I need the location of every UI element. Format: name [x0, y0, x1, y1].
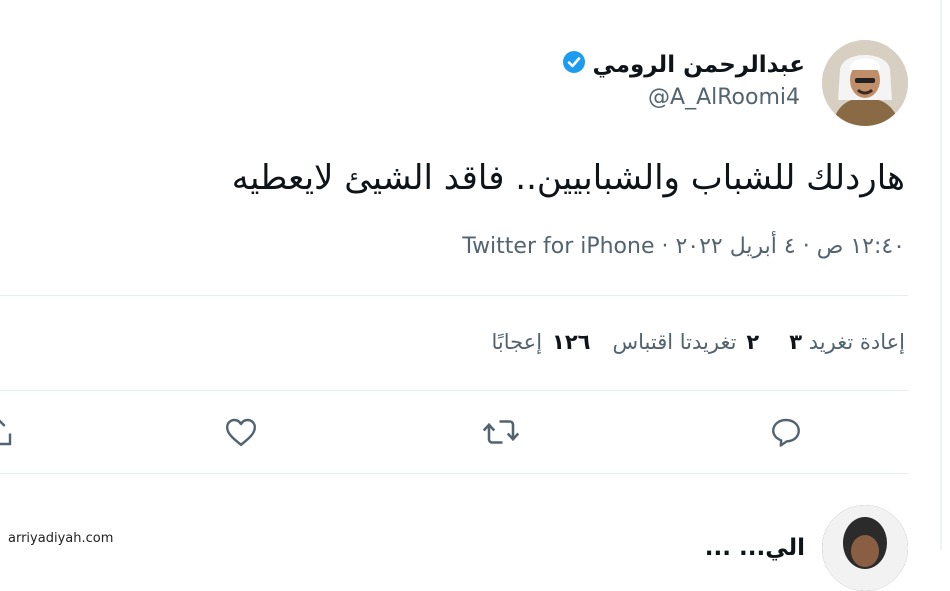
retweet-icon	[482, 420, 520, 444]
likes-label: إعجابًا	[491, 330, 543, 354]
retweet-button[interactable]	[479, 410, 523, 454]
verified-badge-icon	[562, 50, 586, 80]
divider-top	[0, 295, 908, 296]
retweets-count: ٣	[789, 330, 803, 354]
reply-avatar-image	[822, 505, 908, 591]
divider-middle	[0, 390, 908, 391]
tweet-text: هاردلك للشباب والشبابيين.. فاقد الشيئ لا…	[231, 158, 905, 198]
retweets-label: إعادة تغريد	[808, 330, 905, 354]
retweets-stat[interactable]: إعادة تغريد ٣	[781, 330, 905, 354]
like-button[interactable]	[219, 410, 263, 454]
divider-bottom	[0, 473, 908, 474]
quotes-count: ٢	[746, 330, 760, 354]
reply-author-name[interactable]: الي... ...	[705, 535, 805, 561]
tweet-timestamp[interactable]: ١٢:٤٠ ص · ٤ أبريل ٢٠٢٢ ·	[655, 234, 905, 259]
author-avatar[interactable]	[822, 40, 908, 126]
likes-stat[interactable]: ١٢٦ إعجابًا	[491, 330, 590, 354]
likes-count: ١٢٦	[552, 330, 591, 354]
author-name-row[interactable]: عبدالرحمن الرومي	[562, 50, 805, 80]
reply-avatar[interactable]	[822, 505, 908, 591]
page-right-border	[940, 0, 942, 550]
tweet-source[interactable]: Twitter for iPhone	[462, 234, 654, 259]
tweet-stats: إعادة تغريد ٣ ٢ تغريدتا اقتباس ١٢٦ إعجابًا	[491, 330, 905, 354]
like-icon	[226, 418, 256, 446]
watermark: arriyadiyah.com	[8, 531, 114, 546]
reply-button[interactable]	[764, 410, 808, 454]
tweet-actions	[0, 408, 908, 458]
share-button[interactable]	[0, 410, 20, 454]
quotes-label: تغريدتا اقتباس	[612, 330, 737, 354]
quotes-stat[interactable]: ٢ تغريدتا اقتباس	[612, 330, 759, 354]
share-icon	[0, 419, 12, 446]
author-handle[interactable]: @A_AlRoomi4	[648, 85, 800, 110]
reply-icon	[772, 418, 800, 447]
avatar-image	[822, 40, 908, 126]
tweet-meta: ١٢:٤٠ ص · ٤ أبريل ٢٠٢٢ · Twitter for iPh…	[462, 234, 905, 259]
author-name[interactable]: عبدالرحمن الرومي	[592, 52, 805, 78]
